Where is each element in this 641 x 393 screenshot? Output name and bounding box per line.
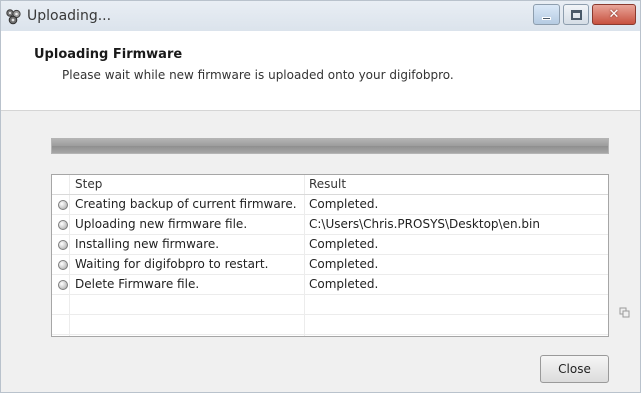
table-row[interactable]: Creating backup of current firmware. Com…	[52, 195, 608, 215]
minimize-icon	[542, 17, 551, 20]
table-row[interactable]: Uploading new firmware file. C:\Users\Ch…	[52, 215, 608, 235]
close-window-button[interactable]: ✕	[592, 4, 636, 25]
upload-progress-bar	[51, 138, 609, 154]
table-row[interactable]: Waiting for digifobpro to restart. Compl…	[52, 255, 608, 275]
empty-row	[52, 295, 608, 315]
dialog-header: Uploading Firmware Please wait while new…	[1, 31, 640, 111]
title-bar[interactable]: Uploading... ✕	[1, 1, 640, 31]
step-cell: Delete Firmware file.	[75, 277, 200, 291]
close-icon: ✕	[608, 7, 620, 22]
status-dot-icon	[58, 280, 68, 290]
step-cell: Installing new firmware.	[75, 237, 220, 251]
step-cell: Waiting for digifobpro to restart.	[75, 257, 269, 271]
table-row[interactable]: Delete Firmware file. Completed.	[52, 275, 608, 295]
page-title: Uploading Firmware	[34, 47, 183, 62]
status-dot-icon	[58, 200, 68, 210]
column-header-result[interactable]: Result	[309, 177, 346, 191]
drag-handle-icon[interactable]	[619, 306, 631, 318]
step-cell: Uploading new firmware file.	[75, 217, 248, 231]
empty-row	[52, 315, 608, 335]
result-cell: Completed.	[309, 277, 379, 291]
maximize-button[interactable]	[563, 4, 589, 25]
progress-fill	[52, 139, 608, 153]
result-cell: C:\Users\Chris.PROSYS\Desktop\en.bin	[309, 217, 540, 231]
gear-cluster-icon	[6, 9, 21, 25]
steps-table: Step Result Creating backup of current f…	[51, 174, 609, 337]
table-row[interactable]: Installing new firmware. Completed.	[52, 235, 608, 255]
minimize-button[interactable]	[533, 4, 560, 25]
upload-dialog: Uploading... ✕ Uploading Firmware Please…	[0, 0, 641, 393]
window-title: Uploading...	[27, 8, 112, 24]
result-cell: Completed.	[309, 237, 379, 251]
status-dot-icon	[58, 240, 68, 250]
step-cell: Creating backup of current firmware.	[75, 197, 297, 211]
status-dot-icon	[58, 220, 68, 230]
column-header-step[interactable]: Step	[75, 177, 102, 191]
close-button[interactable]: Close	[540, 355, 609, 383]
page-subtitle: Please wait while new firmware is upload…	[62, 68, 454, 82]
result-cell: Completed.	[309, 257, 379, 271]
maximize-icon	[571, 10, 582, 20]
result-cell: Completed.	[309, 197, 379, 211]
table-header-row: Step Result	[52, 175, 608, 195]
status-dot-icon	[58, 260, 68, 270]
